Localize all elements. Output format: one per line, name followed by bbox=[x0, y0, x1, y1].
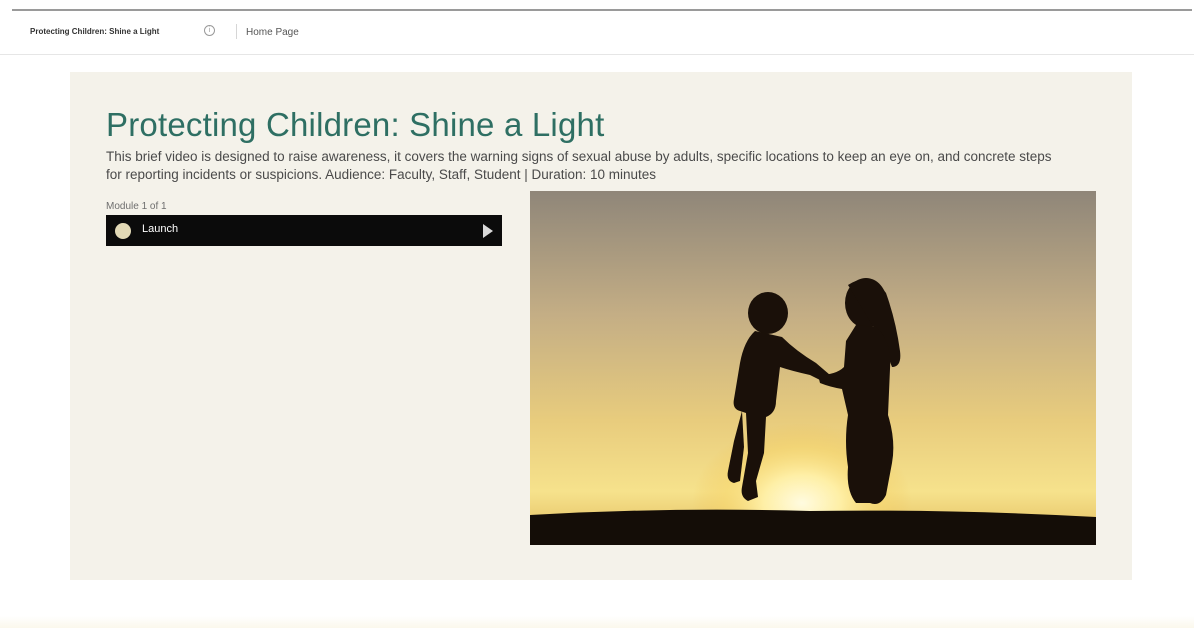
breadcrumb-course-title: Protecting Children: Shine a Light bbox=[30, 27, 160, 36]
launch-label: Launch bbox=[142, 223, 179, 235]
page-bottom bbox=[0, 616, 1194, 628]
course-hero-image bbox=[530, 191, 1096, 545]
course-title: Protecting Children: Shine a Light bbox=[106, 106, 605, 143]
breadcrumb-separator bbox=[236, 24, 237, 39]
breadcrumb-bar: Protecting Children: Shine a Light i Hom… bbox=[0, 11, 1194, 55]
module-counter: Module 1 of 1 bbox=[106, 201, 167, 212]
course-panel: Protecting Children: Shine a Light This … bbox=[70, 72, 1132, 580]
course-description: This brief video is designed to raise aw… bbox=[106, 149, 1052, 182]
launch-button[interactable]: Launch bbox=[106, 215, 502, 246]
home-page-link[interactable]: Home Page bbox=[246, 27, 299, 38]
sunset-silhouette-image bbox=[530, 191, 1096, 545]
play-icon bbox=[483, 224, 493, 238]
info-circle-icon[interactable]: i bbox=[204, 25, 215, 36]
module-status-icon bbox=[115, 223, 131, 239]
